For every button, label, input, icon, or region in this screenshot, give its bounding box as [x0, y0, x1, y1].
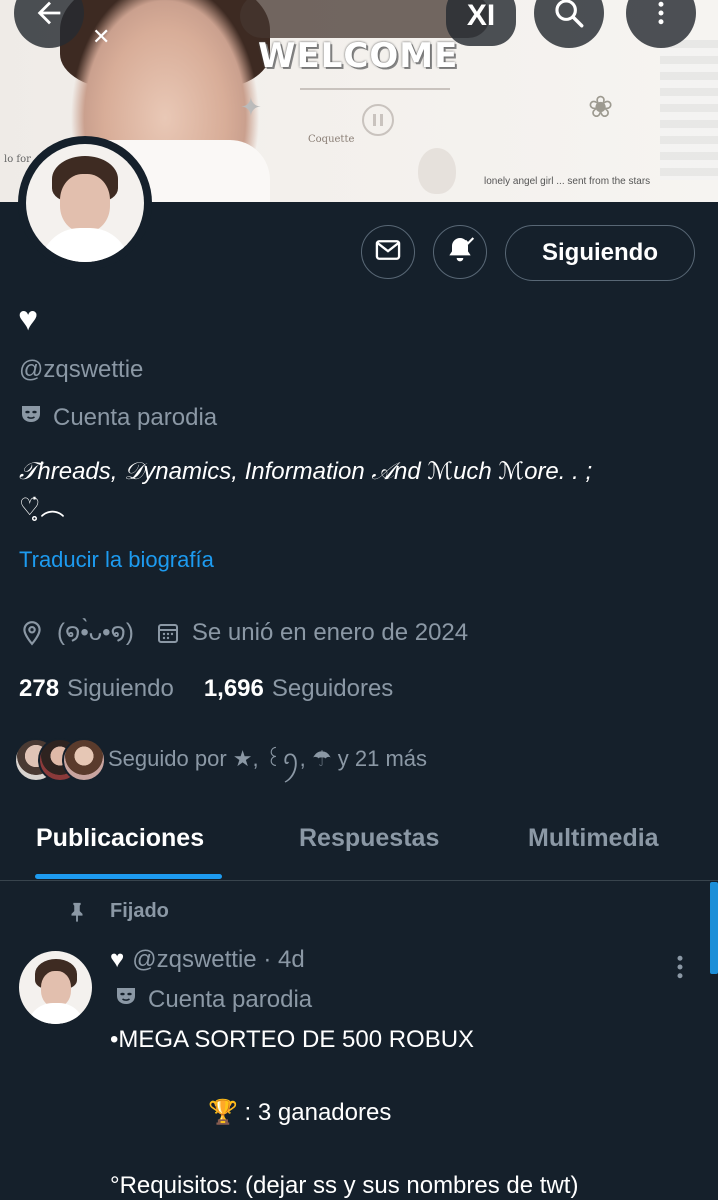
mask-icon	[114, 984, 138, 1015]
tweet-author-meta[interactable]: @zqswettie · 4d	[132, 946, 304, 974]
xi-badge[interactable]: XI	[446, 0, 516, 46]
sparkle-icon: ✦	[240, 92, 262, 122]
tweet-text-line-1: •MEGA SORTEO DE 500 ROBUX	[110, 1026, 475, 1053]
active-tab-indicator	[35, 874, 222, 879]
followed-by-text: Seguido por ★, ꒰ꪆ, ☂︎ y 21 más	[108, 746, 427, 771]
tab-publicaciones[interactable]: Publicaciones	[36, 824, 204, 853]
followed-by-avatars	[14, 738, 106, 784]
arrow-left-icon	[32, 0, 66, 30]
tweet-header: ♥ @zqswettie · 4d	[110, 946, 305, 974]
pause-icon	[362, 104, 394, 136]
tweet-author-name[interactable]: ♥	[110, 946, 124, 974]
bio-line-1: 𝒯hreads, 𝒟ynamics, Information 𝒜nd ℳuch …	[19, 458, 593, 485]
mini-avatar	[62, 738, 106, 782]
parody-label-text: Cuenta parodia	[53, 403, 218, 431]
profile-tabs: Publicaciones Respuestas Multimedia	[0, 800, 718, 881]
notifications-button[interactable]	[433, 225, 487, 279]
tweet-avatar[interactable]	[19, 951, 92, 1024]
tab-multimedia[interactable]: Multimedia	[528, 824, 659, 853]
tab-respuestas[interactable]: Respuestas	[299, 824, 439, 853]
message-button[interactable]	[361, 225, 415, 279]
tweet-text-line-2: 🏆 : 3 ganadores	[208, 1099, 392, 1126]
banner-side-text: lo for	[4, 154, 31, 165]
followers-label: Seguidores	[271, 675, 394, 702]
banner-song: Coquette	[308, 134, 355, 145]
banner-pattern	[660, 40, 718, 180]
follow-stats: 278 Siguiendo 1,696 Seguidores	[19, 675, 393, 703]
banner-caption: lonely angel girl ... sent from the star…	[484, 176, 651, 187]
username: @zqswettie	[19, 356, 144, 383]
tweet-more-button[interactable]	[670, 952, 690, 987]
followers-count: 1,696	[203, 675, 264, 702]
avatar-image	[26, 144, 144, 262]
avatar-face	[60, 174, 110, 232]
parody-label: Cuenta parodia	[19, 402, 217, 433]
bio: 𝒯hreads, 𝒟ynamics, Information 𝒜nd ℳuch …	[19, 454, 699, 526]
envelope-icon	[374, 236, 402, 269]
following-count: 278	[19, 675, 60, 702]
flower-icon: ❀	[588, 91, 614, 124]
following-button[interactable]: Siguiendo	[505, 225, 695, 281]
profile-meta: (໑•̀ᴗ•໑) Se unió en enero de 2024	[19, 618, 468, 647]
avatar-shirt	[40, 228, 130, 262]
followers-stat[interactable]: 1,696 Seguidores	[204, 675, 393, 703]
pin-icon	[66, 901, 88, 923]
calendar-icon	[156, 621, 180, 645]
more-vertical-icon	[670, 955, 690, 986]
profile-avatar[interactable]	[18, 136, 152, 270]
bell-check-icon	[444, 234, 476, 271]
following-label: Siguiendo	[67, 675, 174, 702]
pinned-label: Fijado	[110, 900, 169, 922]
display-name: ♥	[18, 300, 39, 338]
pinned-indicator: Fijado	[66, 900, 169, 923]
following-stat[interactable]: 278 Siguiendo	[19, 675, 174, 703]
tweet-avatar-shirt	[27, 1003, 85, 1024]
scrollbar[interactable]	[710, 882, 718, 974]
location-icon	[19, 620, 45, 646]
location-text: (໑•̀ᴗ•໑)	[57, 619, 134, 646]
mask-icon	[19, 402, 43, 433]
tweet-parody-label: Cuenta parodia	[114, 984, 312, 1015]
tweet-text-line-3: °Requisitos: (dejar ss y sus nombres de …	[110, 1172, 579, 1199]
banner-x-mark-icon: ✕	[92, 24, 111, 49]
more-vertical-icon	[646, 0, 676, 28]
banner-welcome: WELCOME	[258, 36, 459, 76]
banner-player-bar	[300, 88, 450, 90]
followed-by[interactable]: Seguido por ★, ꒰ꪆ, ☂︎ y 21 más	[14, 738, 427, 784]
joined-date: Se unió en enero de 2024	[191, 618, 469, 646]
translate-bio-link[interactable]: Traducir la biografía	[19, 547, 214, 573]
tweet-parody-text: Cuenta parodia	[148, 985, 313, 1013]
bio-line-2: ♡̥̇︵	[19, 494, 65, 521]
search-icon	[552, 0, 586, 30]
tweet-avatar-face	[41, 971, 71, 1007]
bunny-image	[418, 148, 456, 194]
